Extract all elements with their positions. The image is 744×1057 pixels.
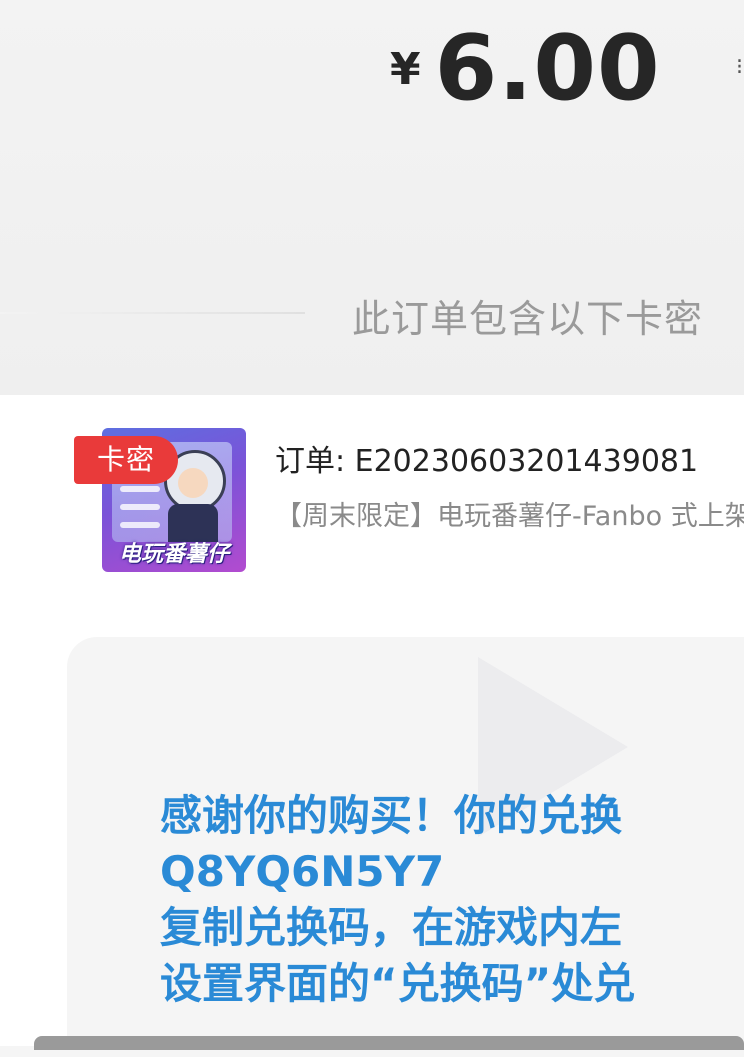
order-number[interactable]: 订单: E20230603201439081	[275, 436, 698, 480]
thumbnail-title: 电玩番薯仔	[118, 542, 229, 567]
character-face	[178, 468, 208, 498]
thumbnail-line	[120, 486, 160, 492]
redeem-line-thanks: 感谢你的购买！你的兑换	[160, 791, 623, 840]
redeem-message[interactable]: 感谢你的购买！你的兑换 Q8YQ6N5Y7 复制兑换码，在游戏内左 设置界面的“…	[160, 788, 744, 1012]
section-divider	[0, 312, 305, 314]
edge-glyph-icon: ⁝	[736, 56, 743, 80]
card-key-badge: 卡密	[74, 436, 178, 484]
thumbnail-line	[120, 522, 160, 528]
currency-symbol: ¥	[390, 44, 421, 95]
redeem-code[interactable]: Q8YQ6N5Y7	[160, 844, 744, 900]
thumbnail-line	[120, 504, 160, 510]
redeem-line-instructions: 复制兑换码，在游戏内左	[160, 903, 623, 952]
redeem-line-settings: 设置界面的“兑换码”处兑	[160, 959, 636, 1008]
amount-value: 6.00	[434, 16, 661, 121]
bottom-bar	[34, 1036, 744, 1050]
product-name[interactable]: 【周末限定】电玩番薯仔-Fanbo 式上架)	[275, 494, 744, 540]
payment-amount: ¥ 6.00	[390, 14, 661, 124]
section-title: 此订单包含以下卡密	[352, 297, 704, 341]
